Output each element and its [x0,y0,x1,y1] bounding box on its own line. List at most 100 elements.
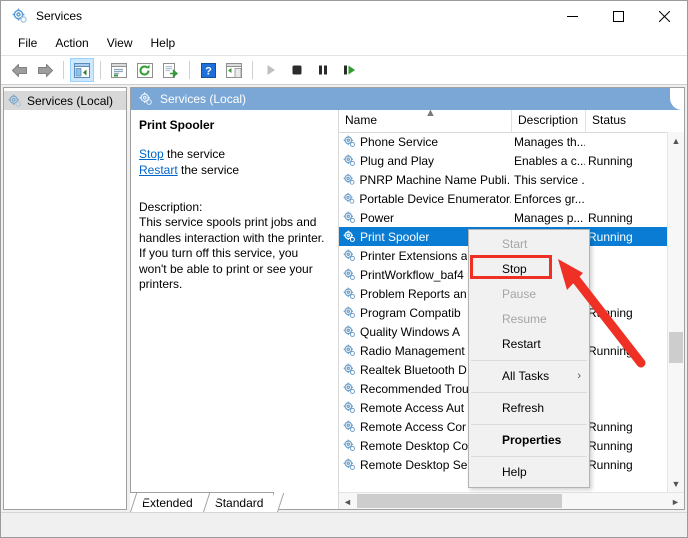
services-window: driver easy www.DriverEasy.com Services [0,0,688,538]
service-name: Remote Access Aut [360,400,465,415]
cell-status: Running [588,153,633,168]
minimize-button[interactable] [549,1,595,31]
list-header: Name ▲ Description Status [339,110,684,133]
scroll-left-arrow[interactable]: ◄ [339,493,356,509]
tab-extended[interactable]: Extended [130,492,214,512]
vertical-scroll-thumb[interactable] [669,332,683,363]
service-name: Power [360,210,395,225]
services-gear-icon [12,8,27,23]
vertical-scrollbar[interactable]: ▲ ▼ [667,132,684,492]
tree-item-services-local[interactable]: Services (Local) [4,91,126,110]
column-header-description[interactable]: Description [511,110,585,132]
service-name: Portable Device Enumerator... [359,191,511,206]
column-header-name-label: Name [345,113,378,127]
service-gear-icon [343,306,355,318]
close-button[interactable] [641,1,687,31]
refresh-button[interactable] [133,58,157,82]
service-gear-icon [343,287,355,299]
restart-service-button[interactable] [337,58,361,82]
table-row[interactable]: Portable Device Enumerator... Enforces gr… [339,189,684,208]
column-header-description-label: Description [518,113,579,127]
pane-corner [670,88,684,110]
menu-help[interactable]: Help [142,33,185,53]
results-pane-body: Print Spooler Stop the service Restart t… [131,110,684,509]
context-menu-item-restart[interactable]: Restart [469,332,589,357]
menu-file[interactable]: File [9,33,46,53]
service-name: Printer Extensions a [360,248,468,263]
maximize-icon [612,10,624,22]
maximize-button[interactable] [595,1,641,31]
tab-standard[interactable]: Standard [202,492,285,512]
service-gear-icon [343,382,355,394]
service-gear-icon [343,173,355,185]
toolbar-separator [189,61,190,79]
column-header-name[interactable]: Name ▲ [339,110,511,132]
svg-text:?: ? [205,65,212,77]
table-row[interactable]: Power Manages p... Running [339,208,684,227]
toolbar: ? [1,55,687,85]
service-gear-icon [343,135,355,147]
cell-name: Portable Device Enumerator... [339,192,511,206]
menu-action[interactable]: Action [46,33,97,53]
context-menu-item-pause: Pause [469,282,589,307]
submenu-chevron-icon: › [577,370,581,382]
service-name: PrintWorkflow_baf4 [360,267,464,282]
stop-service-link[interactable]: Stop [139,147,164,161]
console-tree-pane: Services (Local) [3,87,127,510]
stop-highlight-box [470,255,552,279]
context-menu-item-label: Help [502,465,527,479]
column-header-status[interactable]: Status [585,110,647,132]
table-row[interactable]: Phone Service Manages th... [339,132,684,151]
help-button[interactable]: ? [196,58,220,82]
export-list-button[interactable] [159,58,183,82]
cell-description: This service ... [514,172,585,187]
context-menu-item-help[interactable]: Help [469,460,589,485]
refresh-icon [137,62,153,78]
service-name: Print Spooler [360,229,430,244]
service-gear-icon [343,401,355,413]
service-gear-icon [343,363,355,375]
cell-description: Enables a c... [514,153,585,168]
scroll-down-arrow[interactable]: ▼ [668,475,684,492]
restart-service-link[interactable]: Restart [139,163,178,177]
status-bar [1,512,687,537]
properties-button[interactable] [107,58,131,82]
restart-service-line: Restart the service [139,162,328,178]
show-hide-tree-button[interactable] [70,58,94,82]
pause-service-button[interactable] [311,58,335,82]
context-menu-item-resume: Resume [469,307,589,332]
context-menu-separator [471,456,587,457]
service-name: Problem Reports an [360,286,467,301]
cell-description: Enforces gr... [514,191,585,206]
cell-name: Power [339,211,511,225]
help-icon: ? [200,62,216,78]
show-action-pane-icon [226,62,242,78]
menu-bar: File Action View Help [1,31,687,55]
start-service-button[interactable] [259,58,283,82]
horizontal-scrollbar[interactable]: ◄ ► [339,492,684,509]
results-pane: Services (Local) Print Spooler Stop the … [130,87,685,510]
services-gear-icon [139,92,152,105]
menu-view[interactable]: View [98,33,142,53]
context-menu-item-label: Pause [502,287,537,301]
service-gear-icon [343,230,355,242]
context-menu-item-all-tasks[interactable]: All Tasks › [469,364,589,389]
service-name: Phone Service [360,134,439,149]
scroll-right-arrow[interactable]: ► [667,493,684,509]
stop-service-button[interactable] [285,58,309,82]
cell-status: Running [588,210,633,225]
sort-ascending-icon: ▲ [425,110,436,119]
service-gear-icon [343,325,355,337]
table-row[interactable]: Plug and Play Enables a c... Running [339,151,684,170]
context-menu-item-refresh[interactable]: Refresh [469,396,589,421]
show-action-pane-button[interactable] [222,58,246,82]
scroll-up-arrow[interactable]: ▲ [668,132,684,149]
context-menu-item-properties[interactable]: Properties [469,428,589,453]
cell-name: Plug and Play [339,154,511,168]
forward-button[interactable] [33,58,57,82]
horizontal-scroll-thumb[interactable] [357,494,562,508]
back-button[interactable] [7,58,31,82]
window-controls [549,1,687,31]
description-label: Description: [139,200,203,214]
table-row[interactable]: PNRP Machine Name Publi... This service .… [339,170,684,189]
